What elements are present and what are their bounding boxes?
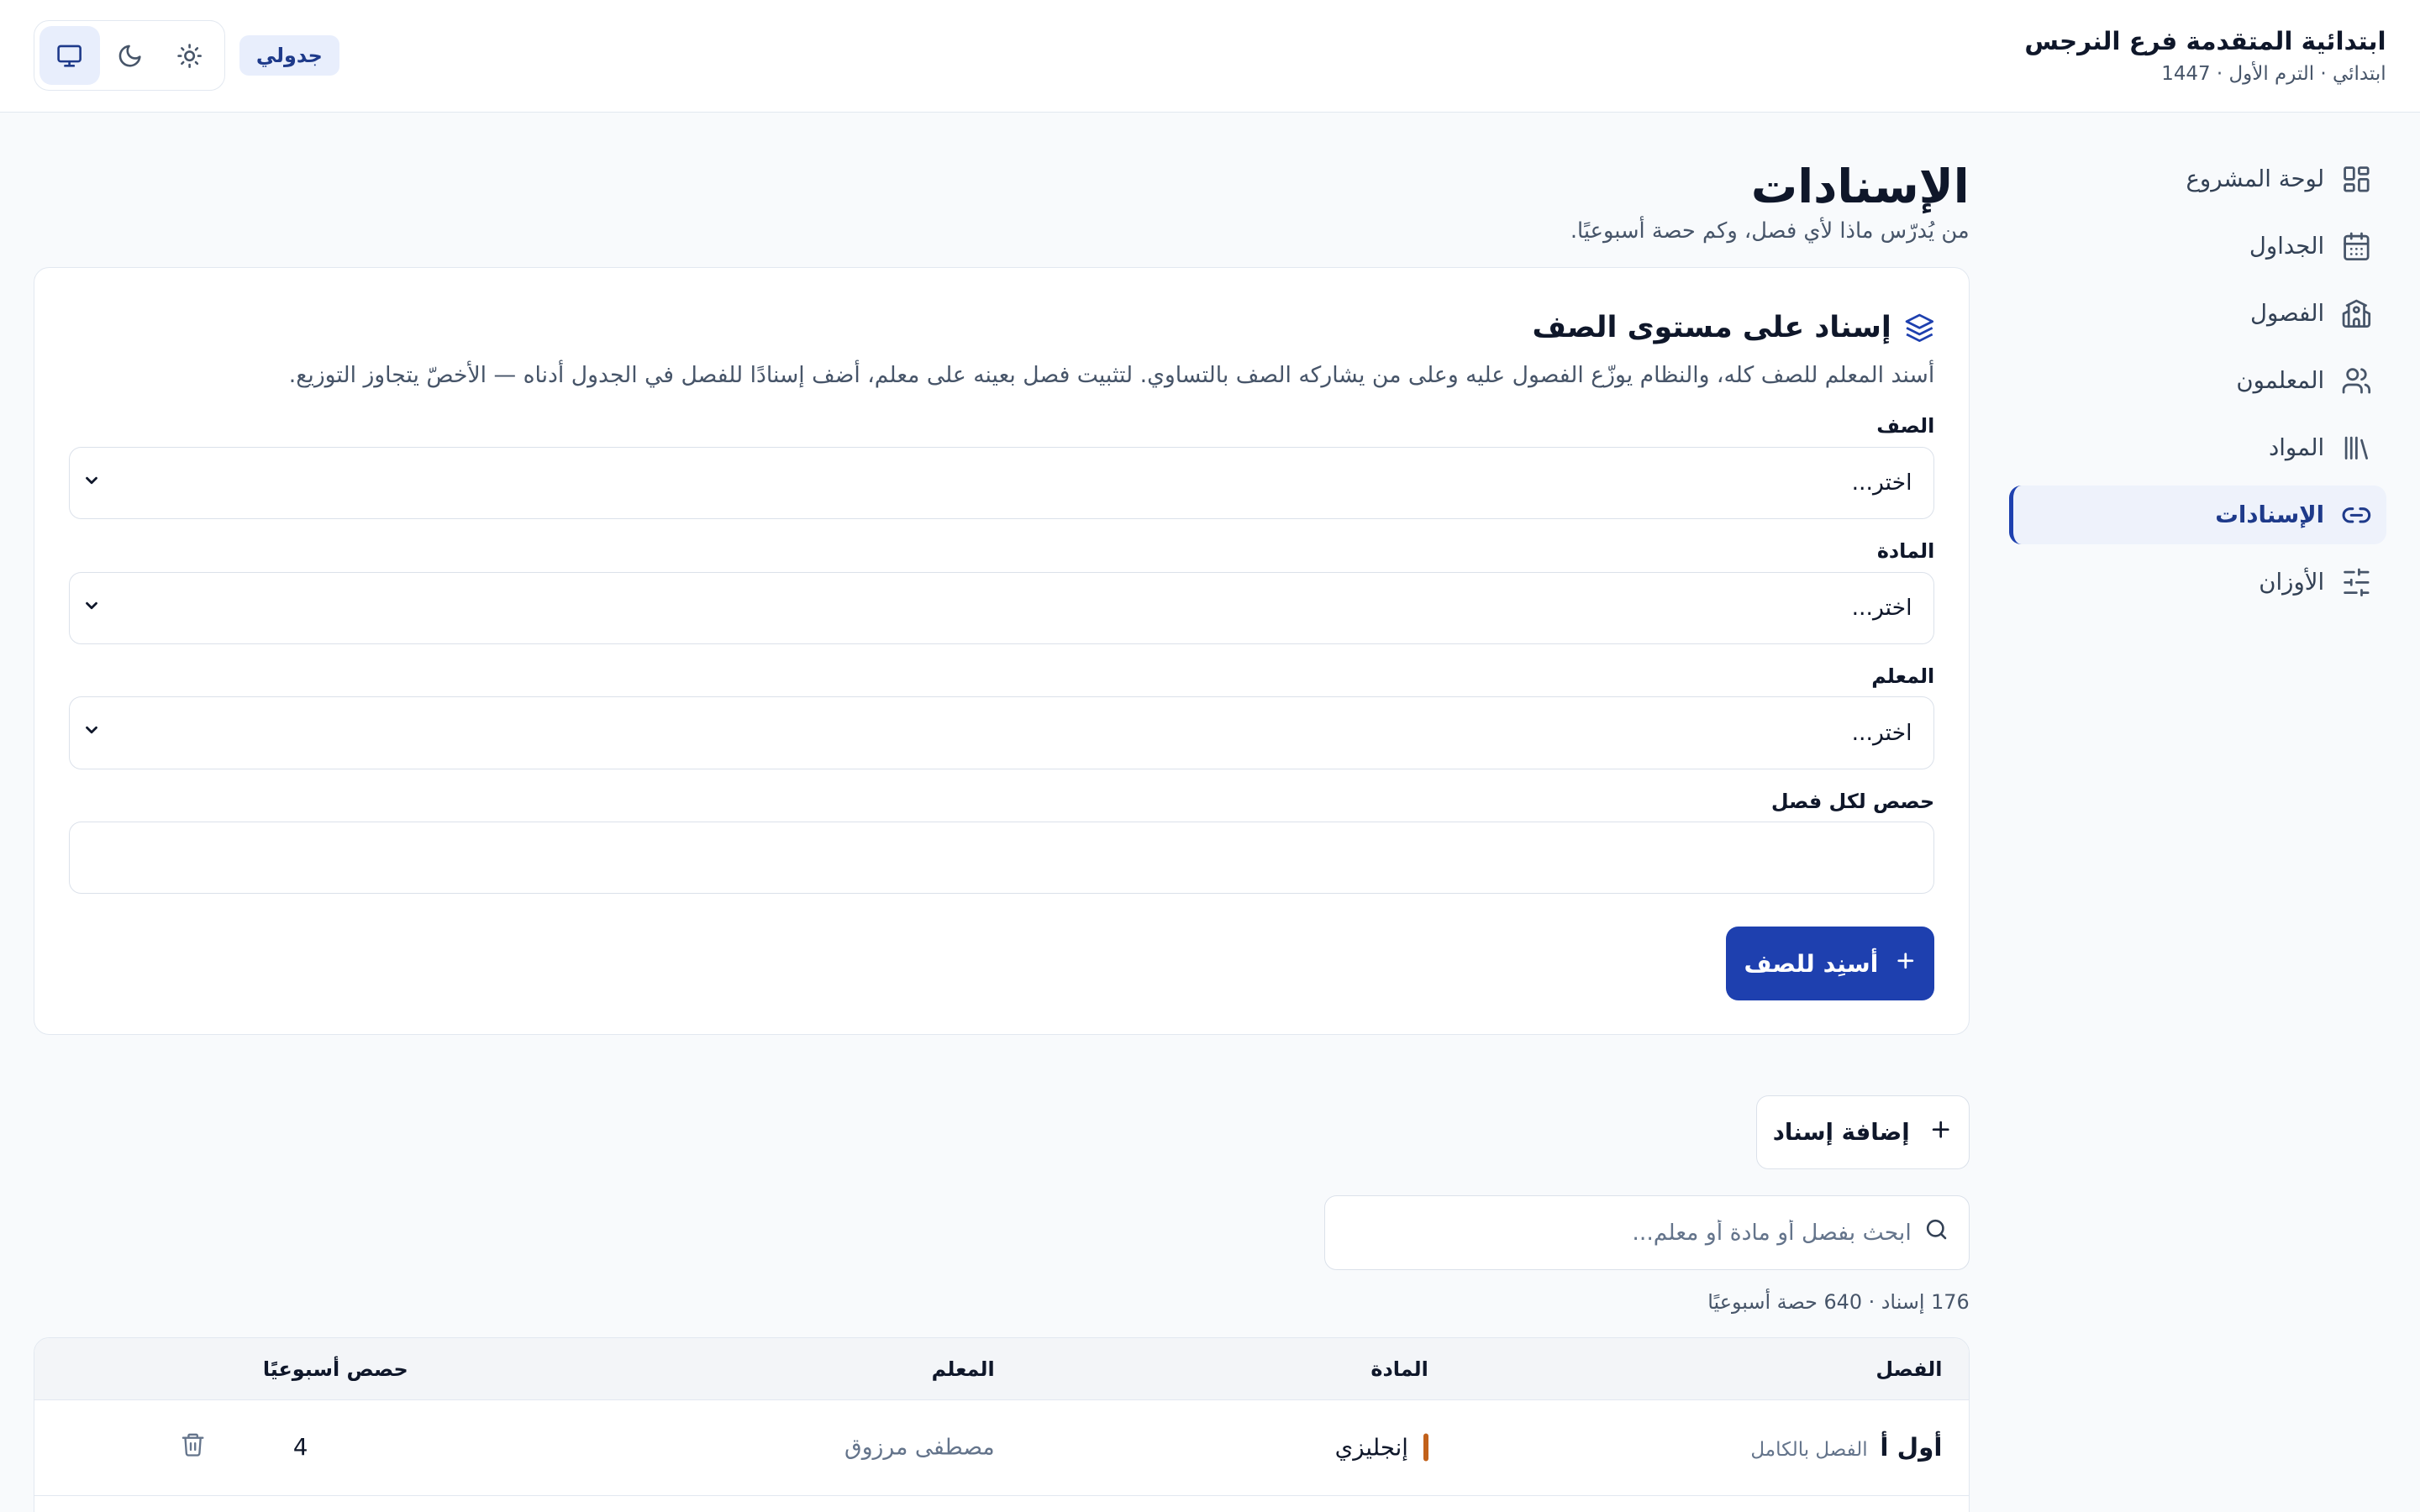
- subject-select-value: اختر...: [1851, 595, 1912, 622]
- search-input[interactable]: [1355, 1220, 1912, 1247]
- column-teacher[interactable]: المعلم: [932, 1357, 995, 1381]
- sidebar-item-label: المواد: [2269, 434, 2325, 462]
- chevron-down-icon: [82, 596, 101, 620]
- sidebar-item-label: المعلمون: [2236, 367, 2325, 395]
- subject-name: إنجليزي: [1334, 1434, 1408, 1462]
- sidebar-item-dashboard[interactable]: لوحة المشروع: [2009, 150, 2386, 208]
- sliders-icon: [2340, 565, 2374, 599]
- teacher-select[interactable]: اختر...: [68, 696, 1935, 769]
- link-icon: [2340, 498, 2374, 532]
- app-badge[interactable]: جدولي: [239, 35, 339, 76]
- school-brand: ابتدائية المتقدمة فرع النرجس ابتدائي · ا…: [2024, 24, 2386, 89]
- table-header: الفصل المادة المعلم حصص أسبوعيًا: [34, 1338, 1969, 1400]
- column-periods[interactable]: حصص أسبوعيًا: [263, 1357, 408, 1381]
- teacher-select-value: اختر...: [1851, 719, 1912, 746]
- grade-assignment-card: إسناد على مستوى الصف أسند المعلم للصف كل…: [34, 266, 1970, 1036]
- trash-icon: [182, 1433, 204, 1457]
- layers-icon: [1905, 313, 1933, 343]
- app-root: ابتدائية المتقدمة فرع النرجس ابتدائي · ا…: [0, 0, 2420, 1512]
- theme-switcher: [34, 19, 226, 92]
- sidebar-item-label: الأوزان: [2259, 569, 2325, 596]
- main-content: الإسنادات من يُدرّس ماذا لأي فصل، وكم حص…: [34, 150, 1970, 1512]
- add-assignment-label: إضافة إسناد: [1772, 1119, 1910, 1147]
- teacher-label: المعلم: [1871, 664, 1935, 688]
- top-header: ابتدائية المتقدمة فرع النرجس ابتدائي · ا…: [0, 0, 2420, 113]
- teacher-name: مصطفى مرزوق: [844, 1434, 995, 1461]
- search-box: [1323, 1195, 1970, 1270]
- chevron-down-icon: [82, 471, 101, 495]
- subject-select[interactable]: اختر...: [68, 571, 1935, 644]
- sidebar-item-label: الفصول: [2250, 300, 2325, 328]
- monitor-icon: [57, 45, 82, 67]
- library-icon: [2340, 431, 2374, 465]
- chevron-down-icon: [82, 721, 101, 744]
- assign-to-grade-label: أسنِد للصف: [1744, 949, 1879, 978]
- sidebar-item-label: الجداول: [2249, 233, 2325, 260]
- assignments-summary: 176 إسناد · 640 حصة أسبوعيًا: [1707, 1289, 1970, 1314]
- sidebar-item-label: لوحة المشروع: [2186, 165, 2325, 193]
- card-header: إسناد على مستوى الصف: [69, 302, 1934, 354]
- subject-cell: إنجليزي: [1334, 1433, 1428, 1462]
- sidebar-item-teachers[interactable]: المعلمون: [2009, 351, 2386, 410]
- sidebar-nav: لوحة المشروع الجداول الفصول المعلمون الم…: [2009, 150, 2386, 620]
- school-name: ابتدائية المتقدمة فرع النرجس: [2024, 27, 2386, 56]
- sidebar-item-weights[interactable]: الأوزان: [2009, 554, 2386, 612]
- column-class[interactable]: الفصل: [1876, 1357, 1942, 1381]
- grade-select-value: اختر...: [1851, 470, 1912, 496]
- plus-icon: [1894, 949, 1918, 979]
- add-assignment-button[interactable]: إضافة إسناد: [1756, 1095, 1970, 1170]
- school-icon: [2340, 297, 2374, 330]
- users-icon: [2340, 364, 2374, 397]
- calendar-icon: [2340, 229, 2374, 263]
- plus-icon: [1928, 1117, 1953, 1147]
- periods-label: حصص لكل فصل: [1770, 789, 1935, 813]
- card-description: أسند المعلم للصف كله، والنظام يوزّع الفص…: [288, 362, 1935, 389]
- class-cell: أول أ الفصل بالكامل: [1750, 1433, 1942, 1462]
- light-theme-button[interactable]: [160, 26, 220, 85]
- delete-row-button[interactable]: [180, 1431, 206, 1463]
- card-title: إسناد على مستوى الصف: [1532, 311, 1891, 345]
- class-name: أول أ: [1880, 1433, 1943, 1462]
- dark-theme-button[interactable]: [100, 26, 160, 85]
- page-title: الإسنادات: [1750, 159, 1970, 213]
- grade-label: الصف: [1876, 414, 1935, 438]
- periods-input[interactable]: [68, 822, 1935, 895]
- school-meta: ابتدائي · الترم الأول · 1447: [2161, 62, 2386, 85]
- search-icon: [1923, 1216, 1949, 1248]
- moon-icon: [118, 45, 141, 67]
- sidebar-item-assignments[interactable]: الإسنادات: [2009, 486, 2386, 545]
- table-row[interactable]: أول أ الفصل بالكامل إنجليزي مصطفى مرزوق …: [34, 1400, 1969, 1496]
- assign-to-grade-button[interactable]: أسنِد للصف: [1726, 927, 1935, 1001]
- sidebar-item-classes[interactable]: الفصول: [2009, 284, 2386, 343]
- system-theme-button[interactable]: [39, 26, 100, 85]
- sidebar-item-label: الإسنادات: [2215, 501, 2325, 529]
- column-subject[interactable]: المادة: [1370, 1357, 1428, 1381]
- sidebar-item-schedules[interactable]: الجداول: [2009, 217, 2386, 276]
- sun-icon: [177, 43, 203, 68]
- grade-select[interactable]: اختر...: [68, 446, 1935, 520]
- periods-count: 4: [292, 1434, 308, 1462]
- subject-color-bar: [1423, 1433, 1428, 1462]
- grid-icon: [2340, 162, 2374, 196]
- page-subtitle: من يُدرّس ماذا لأي فصل، وكم حصة أسبوعيًا…: [1570, 218, 1970, 244]
- subject-label: المادة: [1876, 539, 1935, 564]
- class-scope: الفصل بالكامل: [1750, 1439, 1868, 1462]
- assignments-table: الفصل المادة المعلم حصص أسبوعيًا أول أ ا…: [34, 1337, 1970, 1512]
- sidebar-item-subjects[interactable]: المواد: [2009, 418, 2386, 477]
